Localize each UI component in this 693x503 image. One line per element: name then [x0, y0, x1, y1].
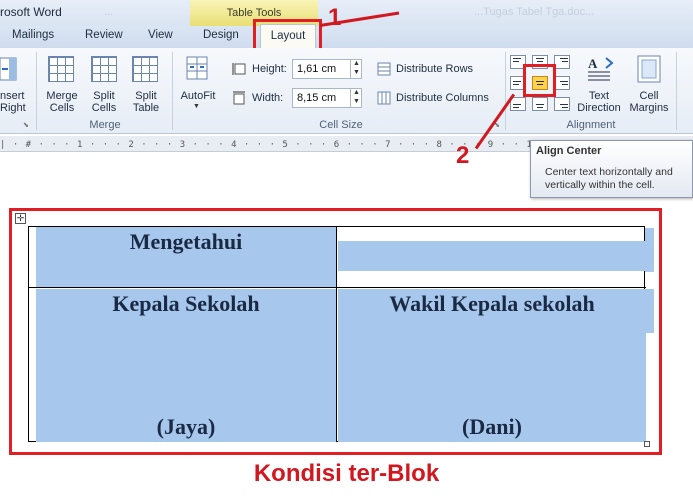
tab-mailings[interactable]: Mailings [12, 29, 54, 41]
table-tools-label: Table Tools [226, 7, 282, 19]
tab-design[interactable]: Design [203, 29, 239, 41]
width-spinner[interactable]: ▲ ▼ [350, 88, 362, 108]
group-separator [172, 52, 173, 130]
align-center-right-button[interactable] [554, 76, 570, 90]
cell-size-group-label: Cell Size [319, 119, 363, 131]
table-move-handle-icon[interactable]: ✛ [15, 213, 26, 224]
table-row-divider [29, 287, 646, 288]
insert-right-button[interactable]: nsert Right [0, 90, 26, 114]
height-spinner[interactable]: ▲ ▼ [350, 59, 362, 79]
align-bottom-right-button[interactable] [554, 97, 570, 111]
window-title: rosoft Word [0, 5, 62, 19]
autofit-icon [186, 56, 208, 80]
distribute-rows-button[interactable]: Distribute Rows [396, 63, 473, 75]
svg-text:A: A [588, 56, 598, 71]
tooltip-title: Align Center [536, 145, 602, 157]
annotation-box-align-center [523, 64, 556, 97]
cell-text-mengetahui: Mengetahui [129, 229, 243, 254]
annotation-number-2: 2 [456, 142, 470, 169]
height-value: 1,61 cm [297, 63, 337, 75]
text-direction-icon: A [586, 54, 614, 84]
document-table[interactable]: Mengetahui Kepala Sekolah (Jaya) Wakil K… [28, 226, 646, 442]
cell-margins-icon [636, 54, 662, 84]
align-bottom-center-button[interactable] [532, 97, 548, 111]
cell-text-kepala-sekolah: Kepala Sekolah [112, 291, 260, 316]
width-icon [232, 91, 246, 105]
width-label: Width: [252, 92, 284, 104]
width-value: 8,15 cm [297, 92, 337, 104]
table-resize-handle[interactable] [644, 441, 650, 447]
split-cells-icon [91, 56, 117, 82]
annotation-number-1: 1 [328, 4, 342, 31]
distribute-columns-icon [377, 91, 391, 105]
table-column-divider [336, 227, 337, 442]
tooltip-body: Center text horizontally and vertically … [545, 166, 673, 191]
insert-right-icon [0, 56, 22, 82]
autofit-button[interactable]: AutoFit [176, 90, 220, 102]
group-separator [505, 52, 506, 130]
cell-text-dani: (Dani) [462, 414, 522, 439]
ghost-window-title-right: ...Tugas Tabel Tga.doc... [474, 6, 595, 18]
split-cells-button[interactable]: Split Cells [84, 90, 124, 114]
dialog-launcher-icon[interactable]: ⬊ [23, 121, 31, 129]
merge-cells-icon [48, 56, 74, 82]
end-of-row-marker [645, 289, 654, 333]
cell-text-wakil-kepala-sekolah: Wakil Kepala sekolah [389, 291, 595, 316]
tab-view[interactable]: View [148, 29, 173, 41]
chevron-down-icon: ▼ [193, 103, 200, 110]
height-label: Height: [252, 63, 287, 75]
height-icon [232, 62, 246, 76]
merge-cells-button[interactable]: Merge Cells [40, 90, 84, 114]
split-table-button[interactable]: Split Table [125, 90, 167, 114]
tab-review[interactable]: Review [85, 29, 123, 41]
text-direction-button[interactable]: Text Direction [574, 90, 624, 114]
end-of-row-marker [645, 228, 654, 272]
distribute-columns-button[interactable]: Distribute Columns [396, 92, 489, 104]
table-cell-r1c2[interactable] [338, 241, 646, 271]
alignment-group-label: Alignment [566, 119, 616, 131]
annotation-caption: Kondisi ter-Blok [253, 460, 440, 487]
group-separator [36, 52, 37, 130]
cell-margins-button[interactable]: Cell Margins [626, 90, 672, 114]
cell-text-jaya: (Jaya) [156, 414, 216, 439]
merge-group-label: Merge [89, 119, 121, 131]
align-top-right-button[interactable] [554, 55, 570, 69]
ghost-window-title: ... [104, 6, 114, 18]
split-table-icon [132, 56, 158, 82]
group-separator [676, 52, 677, 130]
distribute-rows-icon [377, 62, 391, 76]
